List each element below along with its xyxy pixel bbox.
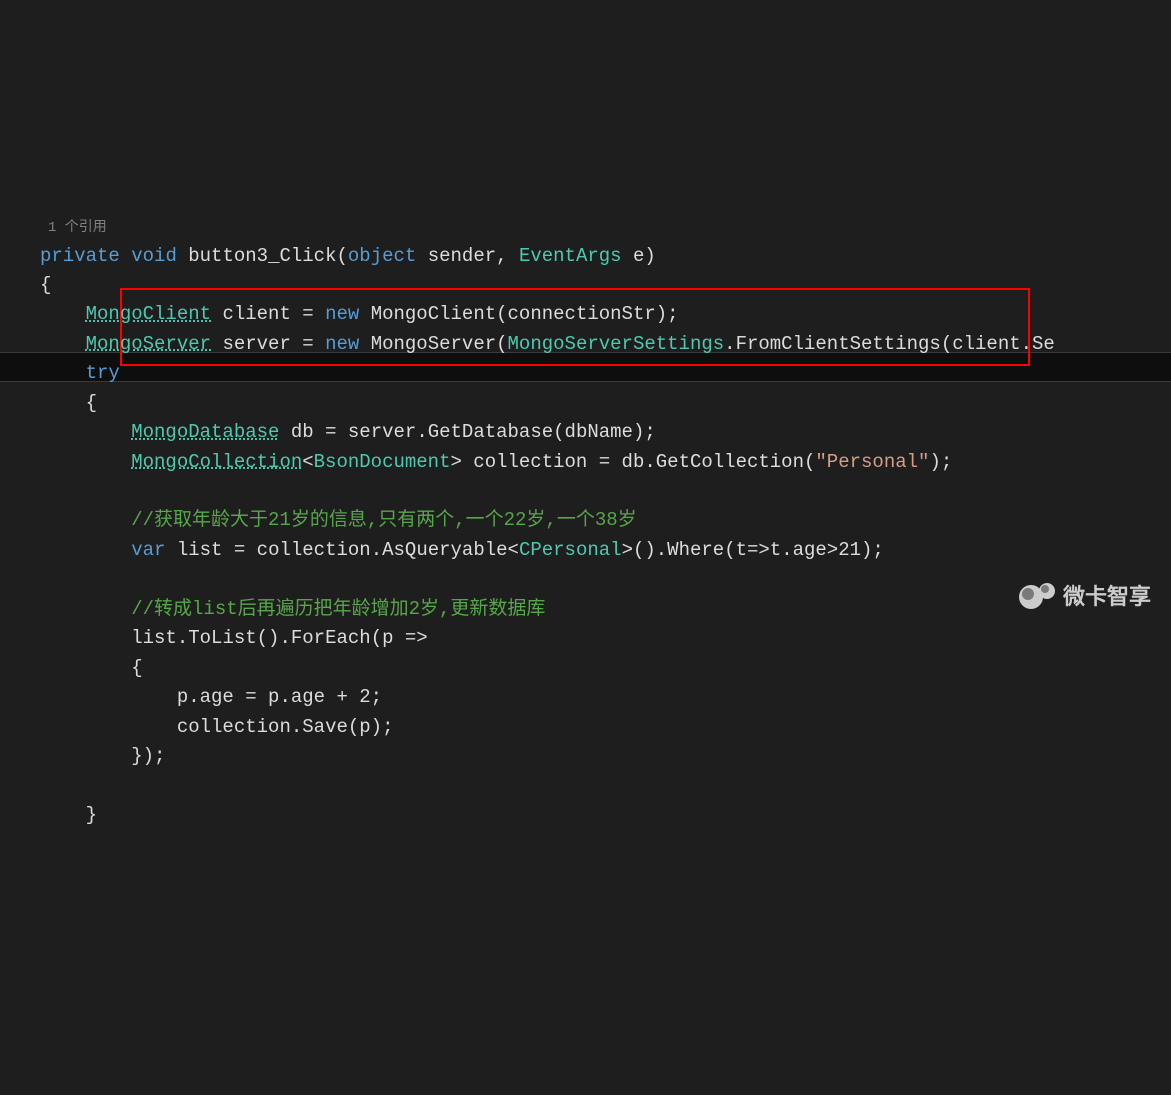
keyword-private: private	[40, 245, 120, 267]
var-db: db	[291, 421, 314, 443]
param-clientse: client.Se	[952, 333, 1055, 355]
method-asqueryable: AsQueryable	[382, 539, 507, 561]
var-db-ref: db	[622, 451, 645, 473]
param-p: (p)	[348, 716, 382, 738]
lambda-p: (p =>	[371, 627, 428, 649]
param-sender: sender	[428, 245, 496, 267]
ctor-mongoclient: MongoClient	[371, 303, 496, 325]
method-save: Save	[302, 716, 348, 738]
code-editor[interactable]: 1 个引用 private void button3_Click(object …	[0, 177, 1171, 831]
watermark-text: 微卡智享	[1063, 580, 1151, 614]
wechat-icon	[1019, 583, 1055, 611]
method-name: button3_Click	[188, 245, 336, 267]
keyword-object: object	[348, 245, 416, 267]
var-collection: collection	[473, 451, 587, 473]
var-server: server	[222, 333, 290, 355]
type-cpersonal: CPersonal	[519, 539, 622, 561]
comment-update: //转成list后再遍历把年龄增加2岁,更新数据库	[131, 598, 545, 620]
keyword-void: void	[131, 245, 177, 267]
comment-query: //获取年龄大于21岁的信息,只有两个,一个22岁,一个38岁	[131, 509, 636, 531]
ctor-mongoserver: MongoServer	[371, 333, 496, 355]
keyword-var: var	[131, 539, 165, 561]
method-where: Where	[667, 539, 724, 561]
var-collection-ref2: collection	[177, 716, 291, 738]
lambda-where: (t=>t.age>21)	[724, 539, 872, 561]
param-connstr: connectionStr	[508, 303, 656, 325]
type-mongoclient: MongoClient	[86, 303, 211, 325]
keyword-try: try	[86, 362, 120, 384]
method-getdatabase: GetDatabase	[428, 421, 553, 443]
stmt-age: p.age = p.age + 2;	[177, 686, 382, 708]
type-mongoserver: MongoServer	[86, 333, 211, 355]
param-e: e	[633, 245, 644, 267]
param-dbname: dbName	[565, 421, 633, 443]
keyword-new: new	[325, 303, 359, 325]
method-getcollection: GetCollection	[656, 451, 804, 473]
var-list: list	[177, 539, 223, 561]
close-lambda: });	[131, 745, 165, 767]
watermark: 微卡智享	[1019, 580, 1151, 614]
var-client: client	[222, 303, 290, 325]
type-mongodatabase: MongoDatabase	[131, 421, 279, 443]
type-eventargs: EventArgs	[519, 245, 622, 267]
method-fromclientsettings: FromClientSettings	[736, 333, 941, 355]
var-collection-ref: collection	[257, 539, 371, 561]
keyword-new: new	[325, 333, 359, 355]
var-server-ref: server	[348, 421, 416, 443]
string-personal: "Personal"	[815, 451, 929, 473]
var-list-ref: list	[131, 627, 177, 649]
type-mongoserversettings: MongoServerSettings	[508, 333, 725, 355]
type-mongocollection: MongoCollection	[131, 451, 302, 473]
method-foreach: ForEach	[291, 627, 371, 649]
method-tolist: ToList	[188, 627, 256, 649]
reference-count[interactable]: 1 个引用	[48, 220, 107, 236]
type-bsondocument: BsonDocument	[314, 451, 451, 473]
